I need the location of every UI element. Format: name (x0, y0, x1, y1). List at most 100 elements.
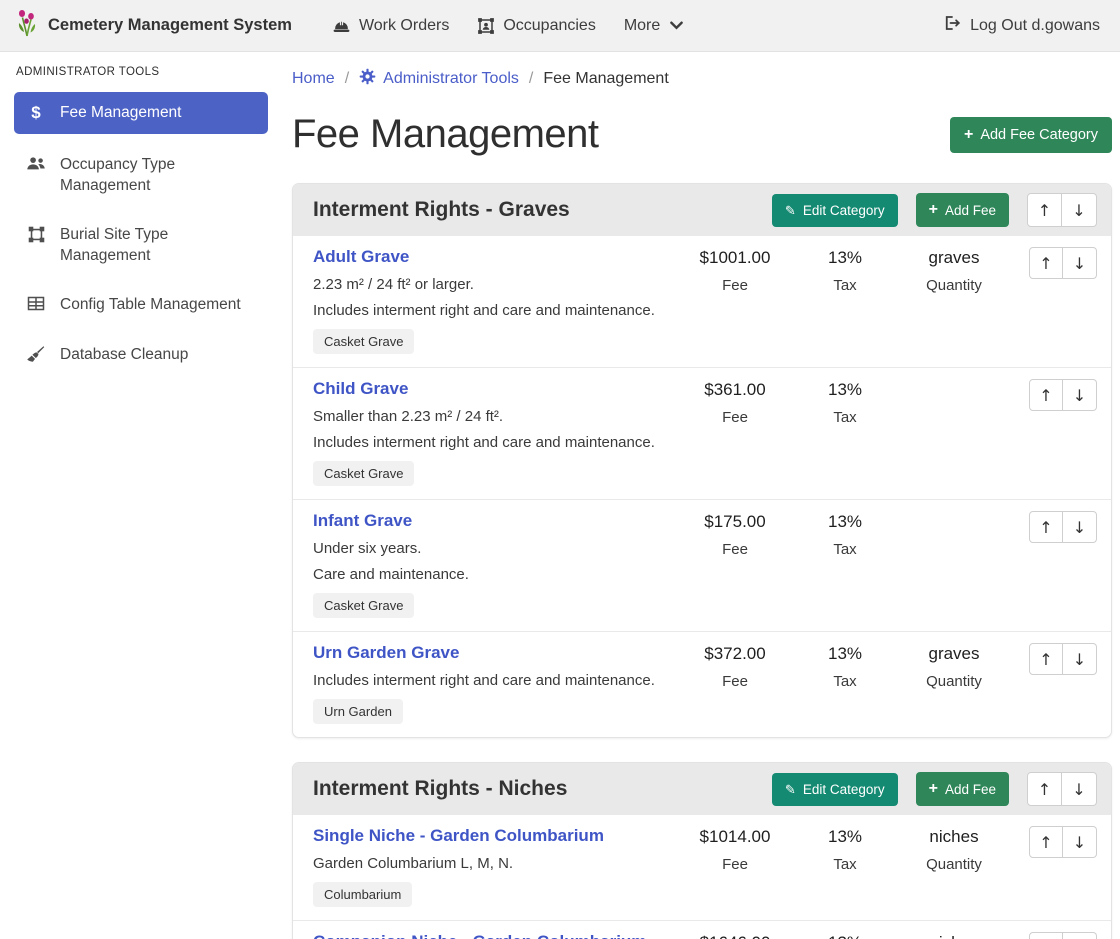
fee-quantity-label: Quantity (895, 277, 1013, 294)
fee-reorder-controls: ↑ ↓ (1013, 379, 1097, 411)
pencil-icon: ✎ (785, 783, 796, 796)
fee-tax: 13% (795, 933, 895, 939)
nav-item-work-orders[interactable]: Work Orders (318, 0, 463, 51)
fee-badge: Columbarium (313, 882, 412, 907)
plus-icon: + (929, 781, 938, 797)
app-title: Cemetery Management System (48, 16, 292, 35)
fee-quantity: graves (895, 644, 1013, 664)
fee-reorder-controls: ↑ ↓ (1013, 932, 1097, 939)
fee-row: Urn Garden Grave Includes interment righ… (293, 632, 1111, 737)
sidebar-item-label: Config Table Management (60, 295, 241, 315)
sidebar-heading: ADMINISTRATOR TOOLS (16, 66, 268, 78)
move-fee-up-button[interactable]: ↑ (1029, 247, 1063, 279)
fee-tax-label: Tax (795, 409, 895, 426)
fee-tax-label: Tax (795, 673, 895, 690)
nav-item-label: Occupancies (503, 17, 596, 35)
breadcrumb-admin-tools-link[interactable]: Administrator Tools (359, 68, 519, 90)
fee-category-card: Interment Rights - Graves ✎ Edit Categor… (292, 183, 1112, 738)
quantity-cell: niches Quantity (895, 932, 1013, 939)
quantity-cell (895, 511, 1013, 512)
quantity-cell: graves Quantity (895, 643, 1013, 690)
nav-item-more[interactable]: More (610, 0, 697, 51)
category-title: Interment Rights - Graves (313, 198, 764, 222)
fee-row: Companion Niche - Garden Columbarium Gar… (293, 921, 1111, 939)
table-icon (24, 296, 48, 311)
fee-name-link[interactable]: Infant Grave (313, 511, 412, 531)
move-fee-up-button[interactable]: ↑ (1029, 379, 1063, 411)
move-fee-down-button[interactable]: ↓ (1063, 932, 1097, 939)
move-fee-down-button[interactable]: ↓ (1063, 511, 1097, 543)
edit-category-button[interactable]: ✎ Edit Category (772, 194, 898, 227)
sidebar-item-label: Burial Site Type Management (60, 225, 258, 266)
fee-info: Urn Garden Grave Includes interment righ… (313, 643, 675, 724)
edit-category-label: Edit Category (803, 203, 885, 218)
logout-label: Log Out d.gowans (970, 17, 1100, 35)
logout-icon (943, 14, 961, 37)
move-fee-down-button[interactable]: ↓ (1063, 247, 1097, 279)
move-fee-up-button[interactable]: ↑ (1029, 643, 1063, 675)
fee-reorder-controls: ↑ ↓ (1013, 826, 1097, 858)
move-category-up-button[interactable]: ↑ (1027, 772, 1062, 806)
fee-row: Single Niche - Garden Columbarium Garden… (293, 815, 1111, 921)
sidebar-item-burial-site-type-management[interactable]: Burial Site Type Management (14, 217, 268, 274)
fee-quantity-label: Quantity (895, 673, 1013, 690)
sidebar-item-database-cleanup[interactable]: Database Cleanup (14, 337, 268, 373)
category-header: Interment Rights - Graves ✎ Edit Categor… (293, 184, 1111, 236)
fee-row: Child Grave Smaller than 2.23 m² / 24 ft… (293, 368, 1111, 500)
category-title: Interment Rights - Niches (313, 777, 764, 801)
fee-name-link[interactable]: Single Niche - Garden Columbarium (313, 826, 604, 846)
sidebar-item-fee-management[interactable]: $ Fee Management (14, 92, 268, 134)
move-fee-up-button[interactable]: ↑ (1029, 826, 1063, 858)
fee-amount: $175.00 (675, 512, 795, 532)
move-category-up-button[interactable]: ↑ (1027, 193, 1062, 227)
move-fee-down-button[interactable]: ↓ (1063, 379, 1097, 411)
fee-description: Includes interment right and care and ma… (313, 672, 669, 689)
fee-description: Includes interment right and care and ma… (313, 434, 669, 451)
category-reorder-controls: ↑ ↓ (1027, 193, 1097, 227)
add-fee-category-button[interactable]: + Add Fee Category (950, 117, 1112, 153)
app-brand[interactable]: Cemetery Management System (16, 9, 292, 42)
fee-amount-cell: $175.00 Fee (675, 511, 795, 558)
fee-name-link[interactable]: Child Grave (313, 379, 408, 399)
fee-tax: 13% (795, 512, 895, 532)
categories: Interment Rights - Graves ✎ Edit Categor… (292, 183, 1112, 939)
fee-name-link[interactable]: Companion Niche - Garden Columbarium (313, 932, 646, 939)
fee-badge: Casket Grave (313, 461, 414, 486)
fee-tax-label: Tax (795, 277, 895, 294)
fee-amount: $1001.00 (675, 248, 795, 268)
breadcrumb-home-link[interactable]: Home (292, 70, 335, 88)
add-fee-label: Add Fee (945, 203, 996, 218)
move-fee-down-button[interactable]: ↓ (1063, 826, 1097, 858)
move-fee-down-button[interactable]: ↓ (1063, 643, 1097, 675)
move-fee-up-button[interactable]: ↑ (1029, 511, 1063, 543)
fee-amount: $1646.00 (675, 933, 795, 939)
logout-button[interactable]: Log Out d.gowans (939, 14, 1104, 37)
sidebar-item-label: Occupancy Type Management (60, 155, 258, 196)
fee-reorder-controls: ↑ ↓ (1013, 511, 1097, 543)
fee-info: Adult Grave 2.23 m² / 24 ft² or larger.I… (313, 247, 675, 354)
move-category-down-button[interactable]: ↓ (1062, 193, 1097, 227)
page-header: Fee Management + Add Fee Category (292, 112, 1112, 157)
fee-amount: $1014.00 (675, 827, 795, 847)
fee-info: Companion Niche - Garden Columbarium Gar… (313, 932, 675, 939)
fee-amount-label: Fee (675, 541, 795, 558)
breadcrumb-current: Fee Management (543, 70, 668, 88)
fee-amount-cell: $361.00 Fee (675, 379, 795, 426)
fee-tax: 13% (795, 248, 895, 268)
nav-item-occupancies[interactable]: Occupancies (463, 0, 610, 51)
add-fee-button[interactable]: + Add Fee (916, 193, 1009, 227)
breadcrumb-admin-tools-label: Administrator Tools (383, 70, 519, 88)
sidebar-item-occupancy-type-management[interactable]: Occupancy Type Management (14, 147, 268, 204)
add-fee-button[interactable]: + Add Fee (916, 772, 1009, 806)
sidebar-item-label: Fee Management (60, 103, 182, 123)
breadcrumb-separator: / (345, 70, 349, 88)
sidebar-item-config-table-management[interactable]: Config Table Management (14, 287, 268, 323)
move-fee-up-button[interactable]: ↑ (1029, 932, 1063, 939)
nav-item-label: More (624, 17, 660, 35)
edit-category-button[interactable]: ✎ Edit Category (772, 773, 898, 806)
add-fee-category-label: Add Fee Category (980, 127, 1098, 143)
fee-name-link[interactable]: Adult Grave (313, 247, 409, 267)
fee-amount-label: Fee (675, 277, 795, 294)
fee-name-link[interactable]: Urn Garden Grave (313, 643, 459, 663)
move-category-down-button[interactable]: ↓ (1062, 772, 1097, 806)
